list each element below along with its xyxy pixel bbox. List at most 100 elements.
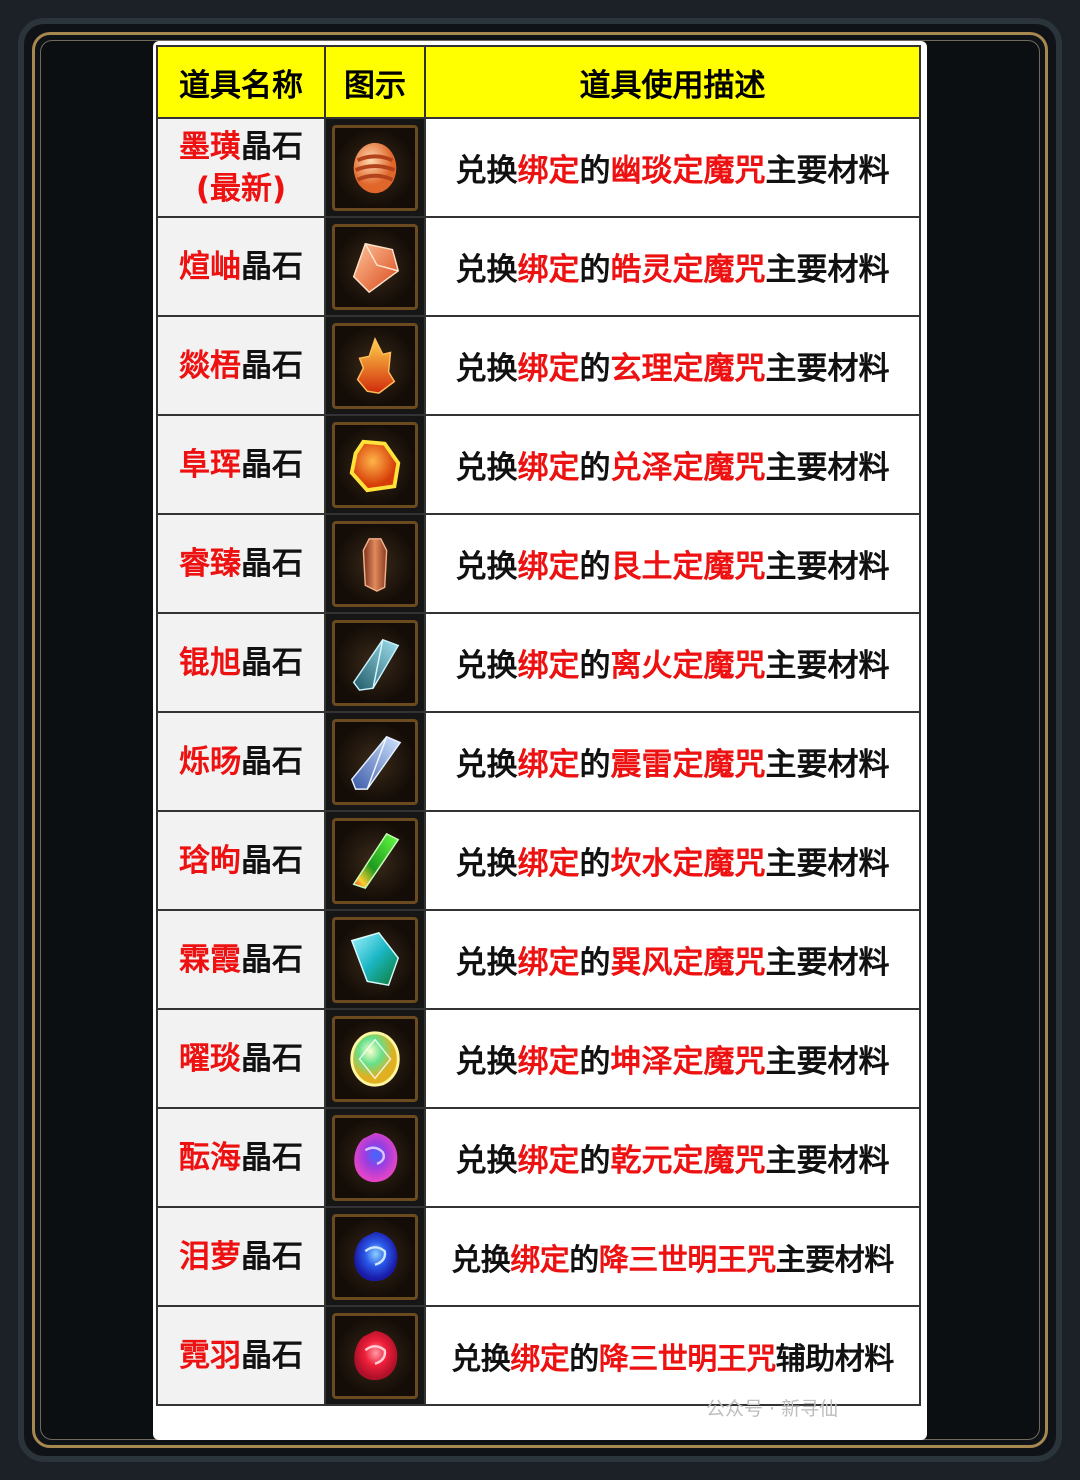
desc-bound: 绑定 — [517, 648, 580, 684]
header-icon: 图示 — [324, 45, 426, 119]
table-header-row: 道具名称 图示 道具使用描述 — [156, 45, 921, 119]
item-name-cell: 霓羽晶石 — [156, 1305, 326, 1406]
desc-prefix: 兑换 — [451, 1341, 511, 1377]
desc-tail: 主要材料 — [775, 1242, 895, 1278]
amber-rock-icon — [349, 439, 401, 492]
desc-of: 的 — [569, 1242, 599, 1278]
table-row: 燚梧晶石 兑换绑定的玄理定魔咒主要材料 — [156, 315, 921, 416]
item-name-suffix: 晶石 — [241, 1238, 303, 1275]
item-slot — [332, 916, 418, 1003]
table-row: 睿臻晶石 兑换绑定的艮土定魔咒主要材料 — [156, 513, 921, 614]
item-name-cell: 霖霞晶石 — [156, 909, 326, 1010]
item-name-highlight: 酝海 — [179, 1139, 241, 1176]
desc-bound: 绑定 — [517, 351, 580, 387]
desc-spell: 玄理定魔咒 — [610, 351, 766, 387]
desc-of: 的 — [579, 846, 611, 882]
desc-bound: 绑定 — [510, 1242, 570, 1278]
item-name-highlight: 曜琰 — [179, 1040, 241, 1077]
table-row: 烁旸晶石 兑换绑定的震雷定魔咒主要材料 — [156, 711, 921, 812]
table-row: 煊岫晶石 兑换绑定的皓灵定魔咒主要材料 — [156, 216, 921, 317]
desc-bound: 绑定 — [517, 252, 580, 288]
desc-bound: 绑定 — [517, 1143, 580, 1179]
desc-tail: 主要材料 — [765, 846, 890, 882]
header-item-name: 道具名称 — [156, 45, 326, 119]
table-row: 琀昫晶石 兑换绑定的坎水定魔咒主要材料 — [156, 810, 921, 911]
item-name-cell: 煊岫晶石 — [156, 216, 326, 317]
item-icon-cell — [324, 513, 426, 614]
item-description-cell: 兑换绑定的皓灵定魔咒主要材料 — [424, 216, 921, 317]
item-name-suffix: 晶石 — [241, 1040, 303, 1077]
item-name-suffix: 晶石 — [241, 743, 303, 780]
item-slot — [332, 1213, 418, 1300]
item-icon-cell — [324, 1305, 426, 1406]
item-slot — [332, 1312, 418, 1399]
cyan-green-gem-icon — [350, 931, 400, 986]
item-description-cell: 兑换绑定的幽琰定魔咒主要材料 — [424, 117, 921, 218]
item-icon-cell — [324, 1206, 426, 1307]
item-icon-cell — [324, 414, 426, 515]
teal-shard-icon — [352, 638, 400, 691]
item-description-cell: 兑换绑定的兑泽定魔咒主要材料 — [424, 414, 921, 515]
desc-spell: 兑泽定魔咒 — [610, 450, 766, 486]
desc-tail: 主要材料 — [765, 1143, 890, 1179]
item-name-highlight: 泪萝 — [179, 1238, 241, 1275]
prismatic-oval-gem-icon — [350, 1030, 400, 1087]
item-name-highlight: 睿臻 — [179, 545, 241, 582]
striped-orange-orb-icon — [353, 142, 397, 193]
item-icon-cell — [324, 909, 426, 1010]
table-row: 泪萝晶石 兑换绑定的降三世明王咒主要材料 — [156, 1206, 921, 1307]
desc-prefix: 兑换 — [455, 1044, 518, 1080]
desc-spell: 离火定魔咒 — [610, 648, 766, 684]
item-name-suffix: 晶石 — [241, 248, 303, 285]
item-icon-cell — [324, 612, 426, 713]
desc-bound: 绑定 — [510, 1341, 570, 1377]
red-swirl-gem-icon — [354, 1330, 398, 1380]
item-icon-cell — [324, 1107, 426, 1208]
item-description-cell: 兑换绑定的坤泽定魔咒主要材料 — [424, 1008, 921, 1109]
item-name-highlight: 煊岫 — [179, 248, 241, 285]
desc-bound: 绑定 — [517, 945, 580, 981]
desc-of: 的 — [569, 1341, 599, 1377]
desc-tail: 主要材料 — [765, 549, 890, 585]
item-icon-cell — [324, 216, 426, 317]
item-slot — [332, 817, 418, 904]
desc-prefix: 兑换 — [455, 945, 518, 981]
item-description-cell: 兑换绑定的巽风定魔咒主要材料 — [424, 909, 921, 1010]
item-slot — [332, 421, 418, 508]
desc-tail: 主要材料 — [765, 351, 890, 387]
item-name-cell: 墨璜晶石 (最新) — [156, 117, 326, 218]
desc-spell: 坎水定魔咒 — [610, 846, 766, 882]
desc-spell: 降三世明王咒 — [598, 1242, 777, 1278]
desc-bound: 绑定 — [517, 153, 580, 189]
item-description-cell: 兑换绑定的乾元定魔咒主要材料 — [424, 1107, 921, 1208]
purple-swirl-gem-icon — [354, 1132, 398, 1182]
item-name-cell: 烁旸晶石 — [156, 711, 326, 812]
desc-prefix: 兑换 — [455, 153, 518, 189]
item-icon-cell — [324, 810, 426, 911]
table-row: 霓羽晶石 兑换绑定的降三世明王咒辅助材料 — [156, 1305, 921, 1406]
desc-tail: 主要材料 — [765, 1044, 890, 1080]
desc-spell: 坤泽定魔咒 — [610, 1044, 766, 1080]
item-name-suffix: 晶石 — [241, 128, 303, 165]
item-name-highlight: 琀昫 — [179, 842, 241, 879]
item-slot — [332, 718, 418, 805]
desc-of: 的 — [579, 1044, 611, 1080]
desc-tail: 主要材料 — [765, 648, 890, 684]
desc-prefix: 兑换 — [451, 1242, 511, 1278]
desc-tail: 辅助材料 — [775, 1341, 895, 1377]
desc-of: 的 — [579, 450, 611, 486]
item-icon-cell — [324, 117, 426, 218]
item-tag: (最新) — [195, 170, 287, 207]
item-name-highlight: 锟旭 — [179, 644, 241, 681]
item-icon-cell — [324, 315, 426, 416]
item-slot — [332, 1015, 418, 1102]
item-name-cell: 燚梧晶石 — [156, 315, 326, 416]
flame-crystal-icon — [356, 336, 396, 394]
item-name-cell: 泪萝晶石 — [156, 1206, 326, 1307]
desc-prefix: 兑换 — [455, 252, 518, 288]
table-row: 霖霞晶石 兑换绑定的巽风定魔咒主要材料 — [156, 909, 921, 1010]
item-description-cell: 兑换绑定的降三世明王咒主要材料 — [424, 1206, 921, 1307]
item-description-cell: 兑换绑定的坎水定魔咒主要材料 — [424, 810, 921, 911]
desc-tail: 主要材料 — [765, 747, 890, 783]
green-red-crystal-icon — [352, 832, 400, 889]
